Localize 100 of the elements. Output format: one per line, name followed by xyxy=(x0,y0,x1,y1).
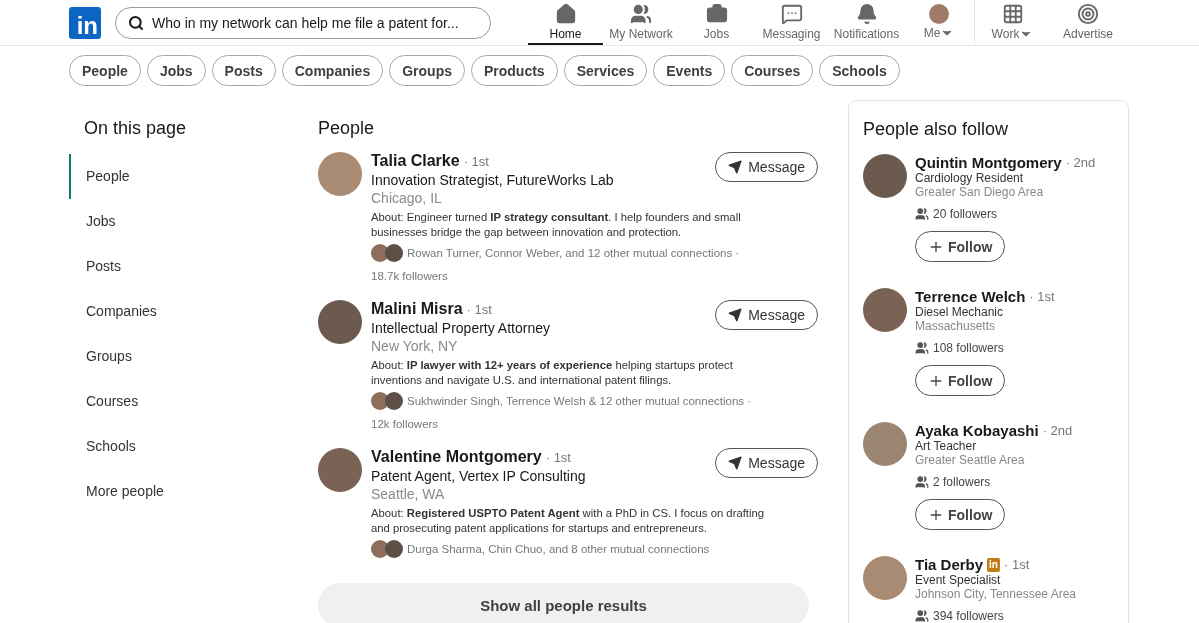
follower-count: 2 followers xyxy=(933,475,991,489)
filter-pill[interactable]: Companies xyxy=(281,55,384,86)
people-icon xyxy=(915,609,929,623)
home-icon xyxy=(554,2,577,25)
filter-pill[interactable]: People xyxy=(69,55,141,86)
mutual-connections[interactable]: Durga Sharma, Chin Chuo, and 8 other mutual connections xyxy=(407,543,710,555)
section-heading: On this page xyxy=(83,118,188,139)
filter-pill[interactable]: Jobs xyxy=(146,55,206,86)
nav-tab[interactable]: Jobs xyxy=(679,0,754,45)
about-text: About: Registered USPTO Patent Agent with a PhD in CS. I focus on drafting and prosecuting patent applications for startups and entrepreneurs. xyxy=(371,506,766,536)
follow-button[interactable]: Follow xyxy=(915,231,1006,262)
mutual-avatars xyxy=(371,392,403,410)
connection-degree: · 1st xyxy=(1004,557,1030,572)
nav-tab[interactable]: Home xyxy=(528,0,603,45)
nav-tab[interactable]: Work xyxy=(974,0,1050,45)
nav-tab[interactable]: My Network xyxy=(603,0,679,45)
filter-pill[interactable]: Services xyxy=(563,55,648,86)
premium-badge: in xyxy=(987,557,1000,572)
filter-pill[interactable]: Groups xyxy=(389,55,465,86)
connection-degree: · 1st xyxy=(1029,289,1055,304)
location: Chicago, IL xyxy=(371,190,443,206)
about-text: About: IP lawyer with 12+ years of experience helping startups protect inventions and navigate U.S. and international patent filings. xyxy=(371,358,734,388)
location: Seattle, WA xyxy=(371,486,446,502)
page-nav-link[interactable]: Companies xyxy=(69,289,318,334)
people-icon xyxy=(915,341,929,355)
chat-icon xyxy=(780,2,803,25)
section-heading: People xyxy=(318,118,376,139)
connection-degree: · 2nd xyxy=(1065,155,1096,170)
section-heading: People also follow xyxy=(863,119,1010,140)
briefcase-icon xyxy=(705,2,728,25)
nav-tab[interactable]: Messaging xyxy=(754,0,829,45)
person-name[interactable]: Quintin Montgomery xyxy=(915,154,1062,171)
mutual-connections[interactable]: Rowan Turner, Connor Weber, and 12 other mutual connections · xyxy=(407,247,740,259)
profile-photo[interactable] xyxy=(318,300,362,344)
nav-tab[interactable]: Notifications xyxy=(829,0,904,45)
profile-photo[interactable] xyxy=(318,152,362,196)
page-nav-link[interactable]: Schools xyxy=(69,424,318,469)
location: Greater Seattle Area xyxy=(915,453,1026,467)
send-icon xyxy=(728,456,743,470)
filter-pill[interactable]: Products xyxy=(470,55,558,86)
follower-count: 12k followers xyxy=(371,418,439,430)
follow-button[interactable]: Follow xyxy=(915,365,1006,396)
bell-icon xyxy=(855,2,878,25)
person-name[interactable]: Terrence Welch xyxy=(915,288,1026,305)
page-nav-link[interactable]: More people xyxy=(69,469,318,514)
profile-photo[interactable] xyxy=(863,556,907,600)
filter-pill[interactable]: Events xyxy=(653,55,726,86)
follower-count: 108 followers xyxy=(933,341,1004,355)
message-button[interactable]: Message xyxy=(715,448,818,478)
headline: Innovation Strategist, FutureWorks Lab xyxy=(371,172,614,188)
person-name[interactable]: Valentine Montgomery xyxy=(371,448,542,466)
people-icon xyxy=(630,2,652,25)
connection-degree: · 1st xyxy=(466,301,492,317)
page-nav-link[interactable]: Jobs xyxy=(69,199,318,244)
grid-icon xyxy=(1001,2,1024,25)
location: Johnson City, Tennessee Area xyxy=(915,587,1076,601)
person-name[interactable]: Tia Derby xyxy=(915,556,984,573)
page-nav-link[interactable]: Courses xyxy=(69,379,318,424)
connection-degree: · 2nd xyxy=(1042,423,1073,438)
page-nav-link[interactable]: Groups xyxy=(69,334,318,379)
profile-photo[interactable] xyxy=(318,448,362,492)
follower-count: 20 followers xyxy=(933,207,998,221)
location: Greater San Diego Area xyxy=(915,185,1045,199)
follower-count: 18.7k followers xyxy=(371,270,448,282)
follower-count: 394 followers xyxy=(933,609,1004,623)
avatar xyxy=(929,3,949,24)
headline: Intellectual Property Attorney xyxy=(371,320,550,336)
nav-tab[interactable]: Me xyxy=(904,0,974,45)
about-text: About: Engineer turned IP strategy consultant. I help founders and small businesses bridge the gap between innovation and protection. xyxy=(371,210,742,240)
send-icon xyxy=(728,160,743,174)
headline: Art Teacher xyxy=(915,439,978,453)
person-name[interactable]: Talia Clarke xyxy=(371,152,460,170)
mutual-connections[interactable]: Sukhwinder Singh, Terrence Welsh & 12 other mutual connections · xyxy=(407,395,752,407)
connection-degree: · 1st xyxy=(545,449,571,465)
person-name[interactable]: Malini Misra xyxy=(371,300,463,318)
headline: Cardiology Resident xyxy=(915,171,1025,185)
send-icon xyxy=(728,308,743,322)
filter-pill[interactable]: Courses xyxy=(731,55,814,86)
follow-button[interactable]: Follow xyxy=(915,499,1006,530)
people-icon xyxy=(915,207,929,221)
location: Massachusetts xyxy=(915,319,997,333)
nav-tab[interactable]: Advertise xyxy=(1050,0,1126,45)
target-icon xyxy=(1077,2,1099,25)
profile-photo[interactable] xyxy=(863,288,907,332)
filter-pill[interactable]: Posts xyxy=(211,55,276,86)
page-nav-link[interactable]: Posts xyxy=(69,244,318,289)
location: New York, NY xyxy=(371,338,459,354)
logo[interactable]: in xyxy=(69,6,101,39)
profile-photo[interactable] xyxy=(863,154,907,198)
filter-pill[interactable]: Schools xyxy=(819,55,900,86)
show-all-button[interactable]: Show all people results xyxy=(318,583,809,623)
message-button[interactable]: Message xyxy=(715,300,818,330)
connection-degree: · 1st xyxy=(463,153,489,169)
message-button[interactable]: Message xyxy=(715,152,818,182)
headline: Event Specialist xyxy=(915,573,1002,587)
people-icon xyxy=(915,475,929,489)
profile-photo[interactable] xyxy=(863,422,907,466)
person-name[interactable]: Ayaka Kobayashi xyxy=(915,422,1039,439)
headline: Patent Agent, Vertex IP Consulting xyxy=(371,468,586,484)
mutual-avatars xyxy=(371,540,403,558)
